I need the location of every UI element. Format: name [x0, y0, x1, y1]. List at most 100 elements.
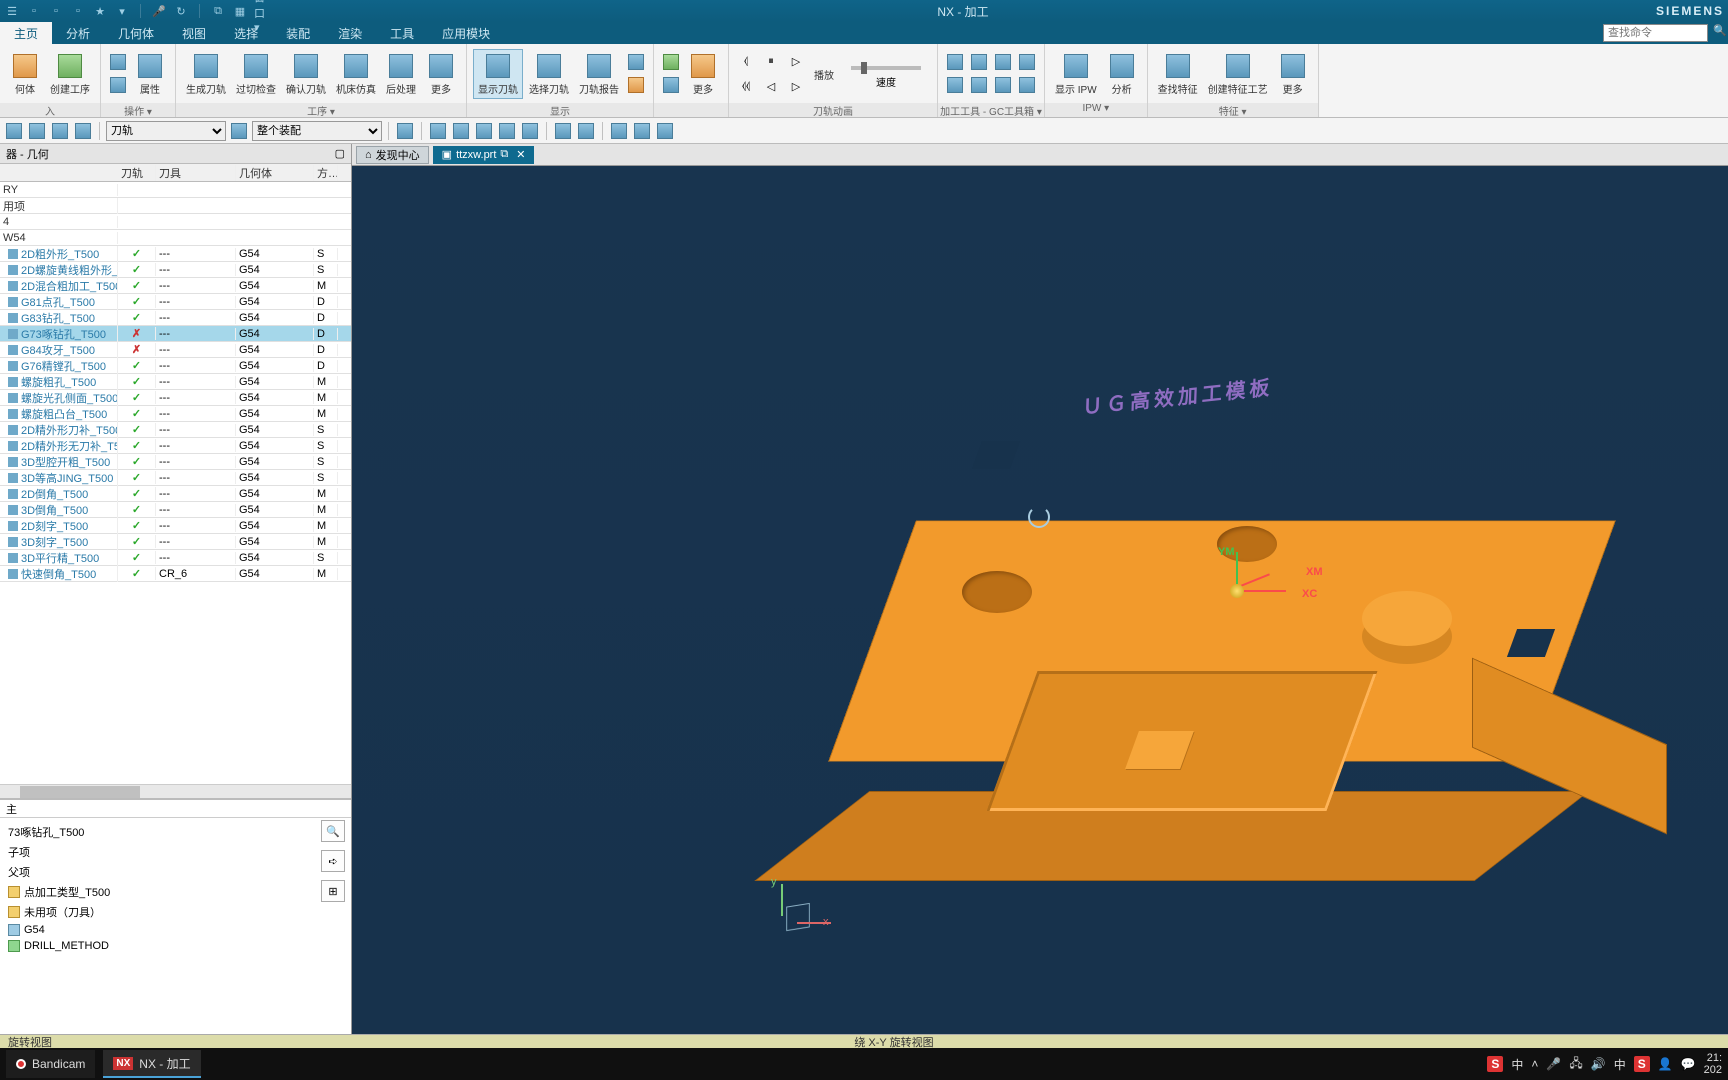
- more2-icon-1[interactable]: [660, 51, 682, 73]
- sel-icon-14[interactable]: [609, 121, 629, 141]
- operation-row[interactable]: G76精镗孔_T500✓---G54D: [0, 358, 351, 374]
- gc-icon-1[interactable]: [944, 51, 966, 73]
- operation-row[interactable]: 2D精外形无刀补_T500✓---G54S: [0, 438, 351, 454]
- analyze-ipw-button[interactable]: 分析: [1103, 50, 1141, 98]
- operation-row[interactable]: 2D倒角_T500✓---G54M: [0, 486, 351, 502]
- speed-slider[interactable]: 速度: [841, 54, 931, 93]
- sel-icon-8[interactable]: [451, 121, 471, 141]
- sel-icon-16[interactable]: [655, 121, 675, 141]
- gc-icon-5[interactable]: [992, 51, 1014, 73]
- tab-tools[interactable]: 工具: [376, 22, 428, 44]
- edit-icon[interactable]: [107, 51, 129, 73]
- play-button[interactable]: 播放: [809, 64, 839, 84]
- tab-render[interactable]: 渲染: [324, 22, 376, 44]
- copy-icon[interactable]: [107, 74, 129, 96]
- file-tab[interactable]: ▣ttzxw.prt⧉✕: [433, 146, 535, 164]
- redo-icon[interactable]: ↻: [173, 3, 189, 19]
- tab-apps[interactable]: 应用模块: [428, 22, 504, 44]
- sel-icon-3[interactable]: [50, 121, 70, 141]
- user-tray-icon[interactable]: 👤: [1658, 1057, 1673, 1071]
- machine-sim-button[interactable]: 机床仿真: [332, 50, 380, 98]
- more2-button[interactable]: 更多: [684, 50, 722, 98]
- first-icon[interactable]: ⦉⦉: [735, 75, 757, 97]
- sel-icon-2[interactable]: [27, 121, 47, 141]
- operation-row[interactable]: 2D混合粗加工_T500✓---G54M: [0, 278, 351, 294]
- operation-row[interactable]: G83钻孔_T500✓---G54D: [0, 310, 351, 326]
- step-fwd-icon[interactable]: ▷: [785, 75, 807, 97]
- horizontal-scrollbar[interactable]: [0, 784, 351, 798]
- detail-item-3[interactable]: DRILL_METHOD: [4, 938, 347, 954]
- star-icon[interactable]: ★: [92, 3, 108, 19]
- gc-icon-4[interactable]: [968, 74, 990, 96]
- operation-row[interactable]: 3D平行精_T500✓---G54S: [0, 550, 351, 566]
- open-icon[interactable]: ▫: [48, 3, 64, 19]
- ime-label-2[interactable]: 中: [1614, 1056, 1626, 1073]
- gc-icon-8[interactable]: [1016, 74, 1038, 96]
- mic-icon[interactable]: 🎤: [151, 3, 167, 19]
- mic-tray-icon[interactable]: 🎤: [1546, 1057, 1561, 1071]
- generate-toolpath-button[interactable]: 生成刀轨: [182, 50, 230, 98]
- detail-item-0[interactable]: 点加工类型_T500: [4, 882, 347, 902]
- next-detail-icon[interactable]: ➪: [321, 850, 345, 872]
- show-ipw-button[interactable]: 显示 IPW: [1051, 50, 1101, 98]
- feature-more-button[interactable]: 更多: [1274, 50, 1312, 98]
- window-menu[interactable]: 窗口▾: [254, 3, 270, 19]
- ime-badge-icon[interactable]: S: [1487, 1056, 1503, 1072]
- pause-icon[interactable]: ⏸: [760, 50, 782, 72]
- operation-row[interactable]: 2D粗外形_T500✓---G54S: [0, 246, 351, 262]
- operation-row[interactable]: 3D等高JING_T500✓---G54S: [0, 470, 351, 486]
- create-feature-process-button[interactable]: 创建特征工艺: [1204, 50, 1272, 98]
- create-operation-button[interactable]: 创建工序: [46, 50, 94, 98]
- operation-row[interactable]: 3D倒角_T500✓---G54M: [0, 502, 351, 518]
- ime-badge-icon-2[interactable]: S: [1634, 1056, 1650, 1072]
- tab-geometry[interactable]: 几何体: [104, 22, 168, 44]
- command-search-input[interactable]: [1603, 24, 1708, 42]
- sel-icon-15[interactable]: [632, 121, 652, 141]
- close-tab-icon[interactable]: ✕: [516, 148, 525, 161]
- layout-icon[interactable]: ▦: [232, 3, 248, 19]
- sel-icon-7[interactable]: [428, 121, 448, 141]
- select-toolpath-button[interactable]: 选择刀轨: [525, 50, 573, 98]
- new-icon[interactable]: ▫: [26, 3, 42, 19]
- clock[interactable]: 21: 202: [1704, 1052, 1722, 1076]
- search-icon[interactable]: 🔍: [1712, 22, 1728, 38]
- gc-icon-6[interactable]: [992, 74, 1014, 96]
- tab-home[interactable]: 主页: [0, 22, 52, 44]
- operation-row[interactable]: 2D精外形刀补_T500✓---G54S: [0, 422, 351, 438]
- step-back-icon[interactable]: ◁: [760, 75, 782, 97]
- operation-row[interactable]: G73啄钻孔_T500✗---G54D: [0, 326, 351, 342]
- bandicam-task[interactable]: Bandicam: [6, 1050, 95, 1078]
- operation-row[interactable]: 快速倒角_T500✓CR_6G54M: [0, 566, 351, 582]
- sel-icon-9[interactable]: [474, 121, 494, 141]
- volume-icon[interactable]: 🔊: [1591, 1057, 1606, 1071]
- operation-row[interactable]: G84攻牙_T500✗---G54D: [0, 342, 351, 358]
- operation-row[interactable]: 2D刻字_T500✓---G54M: [0, 518, 351, 534]
- sel-icon-4[interactable]: [73, 121, 93, 141]
- save-icon[interactable]: ▫: [70, 3, 86, 19]
- gc-icon-7[interactable]: [1016, 51, 1038, 73]
- tab-view[interactable]: 视图: [168, 22, 220, 44]
- operation-row[interactable]: 3D型腔开粗_T500✓---G54S: [0, 454, 351, 470]
- sel-icon-12[interactable]: [553, 121, 573, 141]
- prev-icon[interactable]: ⦉: [735, 50, 757, 72]
- grid-row[interactable]: W54: [0, 230, 351, 246]
- operation-row[interactable]: 3D刻字_T500✓---G54M: [0, 534, 351, 550]
- zoom-detail-icon[interactable]: 🔍: [321, 820, 345, 842]
- sel-icon-13[interactable]: [576, 121, 596, 141]
- operation-row[interactable]: 2D螺旋黄线粗外形_T...✓---G54S: [0, 262, 351, 278]
- sel-icon-11[interactable]: [520, 121, 540, 141]
- display-icon-2[interactable]: [625, 74, 647, 96]
- display-icon-1[interactable]: [625, 51, 647, 73]
- operation-row[interactable]: 螺旋光孔侧面_T500✓---G54M: [0, 390, 351, 406]
- graphics-canvas[interactable]: ＵＧ高效加工模板 YM XC XM: [352, 166, 1728, 1034]
- operation-row[interactable]: 螺旋粗凸台_T500✓---G54M: [0, 406, 351, 422]
- command-search[interactable]: [1603, 24, 1708, 42]
- discover-tab[interactable]: ⌂发现中心: [356, 146, 429, 164]
- detail-item-2[interactable]: G54: [4, 922, 347, 938]
- filter-type-select[interactable]: 刀轨: [106, 121, 226, 141]
- more-ops-button[interactable]: 更多: [422, 50, 460, 98]
- gc-icon-3[interactable]: [968, 51, 990, 73]
- network-icon[interactable]: 🖧: [1569, 1054, 1582, 1075]
- nx-task[interactable]: NXNX - 加工: [103, 1050, 200, 1078]
- window-icon[interactable]: ⧉: [210, 3, 226, 19]
